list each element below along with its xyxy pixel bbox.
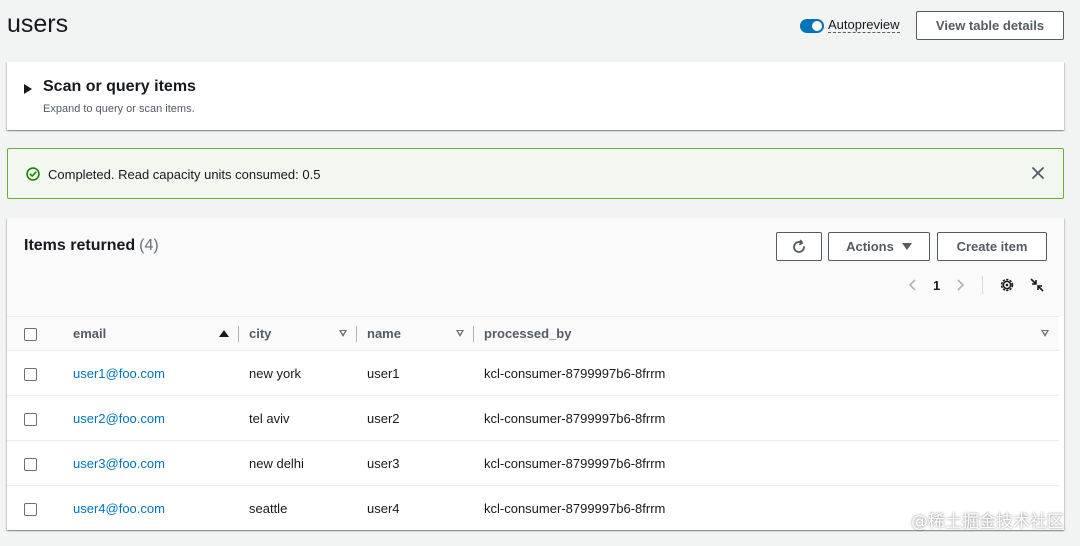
select-all-checkbox[interactable] — [24, 328, 37, 342]
create-item-button[interactable]: Create item — [937, 232, 1047, 261]
sort-ascending-icon[interactable] — [219, 330, 229, 337]
row-checkbox[interactable] — [24, 367, 37, 381]
watermark: @稀土掘金技术社区 — [911, 512, 1064, 532]
items-title-text: Items returned — [24, 237, 136, 254]
row-checkbox[interactable] — [24, 412, 37, 426]
sort-icon[interactable] — [339, 330, 347, 337]
flash-message: Completed. Read capacity units consumed:… — [48, 167, 321, 182]
row-checkbox[interactable] — [24, 457, 37, 471]
caret-down-icon — [901, 243, 912, 250]
pagination: 1 — [907, 276, 1045, 294]
page-number[interactable]: 1 — [933, 278, 940, 293]
settings-gear-icon[interactable] — [999, 277, 1015, 293]
city-cell: new york — [249, 365, 302, 381]
column-header-name[interactable]: name — [357, 317, 474, 351]
processed-by-cell: kcl-consumer-8799997b6-8frrm — [484, 365, 666, 381]
email-link[interactable]: user1@foo.com — [73, 366, 165, 381]
table-row[interactable]: user2@foo.com tel aviv user2 kcl-consume… — [7, 396, 1059, 441]
refresh-icon — [793, 239, 805, 253]
row-select-cell — [7, 396, 63, 441]
row-checkbox[interactable] — [24, 502, 37, 516]
email-link[interactable]: user3@foo.com — [73, 456, 165, 471]
email-link[interactable]: user4@foo.com — [73, 501, 165, 516]
email-link[interactable]: user2@foo.com — [73, 411, 165, 426]
column-label-name: name — [367, 326, 401, 341]
column-label-email: email — [73, 326, 107, 341]
success-check-icon — [26, 167, 40, 181]
autopreview-toggle[interactable]: Autopreview — [800, 18, 900, 33]
close-icon[interactable] — [1031, 166, 1045, 180]
row-select-cell — [7, 441, 63, 486]
sort-icon[interactable] — [1041, 330, 1049, 337]
items-table: email city name processed_by user1@foo.c… — [7, 316, 1059, 531]
table-row[interactable]: user4@foo.com seattle user4 kcl-consumer… — [7, 486, 1059, 531]
city-cell: seattle — [249, 500, 288, 516]
email-cell: user3@foo.com — [63, 441, 239, 486]
scan-panel-description: Expand to query or scan items. — [43, 103, 195, 115]
scan-panel-title[interactable]: Scan or query items — [43, 78, 196, 96]
name-cell: user1 — [367, 365, 400, 381]
success-flashbar: Completed. Read capacity units consumed:… — [7, 148, 1064, 199]
name-cell: user4 — [367, 500, 400, 516]
table-row[interactable]: user3@foo.com new delhi user3 kcl-consum… — [7, 441, 1059, 486]
column-header-email[interactable]: email — [63, 317, 239, 351]
scan-query-panel[interactable]: Scan or query items Expand to query or s… — [7, 62, 1064, 130]
row-select-cell — [7, 486, 63, 531]
next-page-icon[interactable] — [954, 278, 966, 292]
items-returned-panel: Items returned(4) Actions Create item 1 — [7, 218, 1064, 530]
processed-by-cell: kcl-consumer-8799997b6-8frrm — [484, 410, 666, 426]
sort-icon[interactable] — [456, 330, 464, 337]
items-title: Items returned (4) — [24, 237, 159, 255]
column-header-city[interactable]: city — [239, 317, 357, 351]
email-cell: user1@foo.com — [63, 351, 239, 396]
select-all-cell — [7, 317, 63, 351]
page-title: users — [7, 10, 69, 38]
collapse-arrows-icon[interactable] — [1029, 277, 1045, 293]
expand-caret-icon[interactable] — [24, 84, 32, 94]
toggle-switch[interactable] — [800, 18, 824, 33]
items-count: (4) — [139, 237, 159, 254]
city-cell: tel aviv — [249, 410, 290, 426]
city-cell: new delhi — [249, 455, 304, 471]
processed-by-cell: kcl-consumer-8799997b6-8frrm — [484, 455, 666, 471]
column-label-city: city — [249, 326, 272, 341]
name-cell: user3 — [367, 455, 400, 471]
toggle-knob — [812, 20, 822, 31]
pagination-divider — [982, 276, 984, 294]
actions-dropdown-button[interactable]: Actions — [828, 232, 930, 261]
table-row[interactable]: user1@foo.com new york user1 kcl-consume… — [7, 351, 1059, 396]
refresh-button[interactable] — [776, 232, 822, 261]
row-select-cell — [7, 351, 63, 396]
table-header-row: email city name processed_by — [7, 316, 1059, 351]
email-cell: user2@foo.com — [63, 396, 239, 441]
email-cell: user4@foo.com — [63, 486, 239, 531]
items-panel-header: Items returned (4) Actions Create item 1 — [7, 218, 1064, 316]
autopreview-label[interactable]: Autopreview — [828, 18, 900, 33]
view-table-details-button[interactable]: View table details — [916, 11, 1064, 40]
name-cell: user2 — [367, 410, 400, 426]
actions-label: Actions — [846, 239, 894, 254]
previous-page-icon[interactable] — [907, 278, 919, 292]
column-label-processed-by: processed_by — [484, 326, 572, 341]
column-header-processed-by[interactable]: processed_by — [474, 317, 1059, 351]
